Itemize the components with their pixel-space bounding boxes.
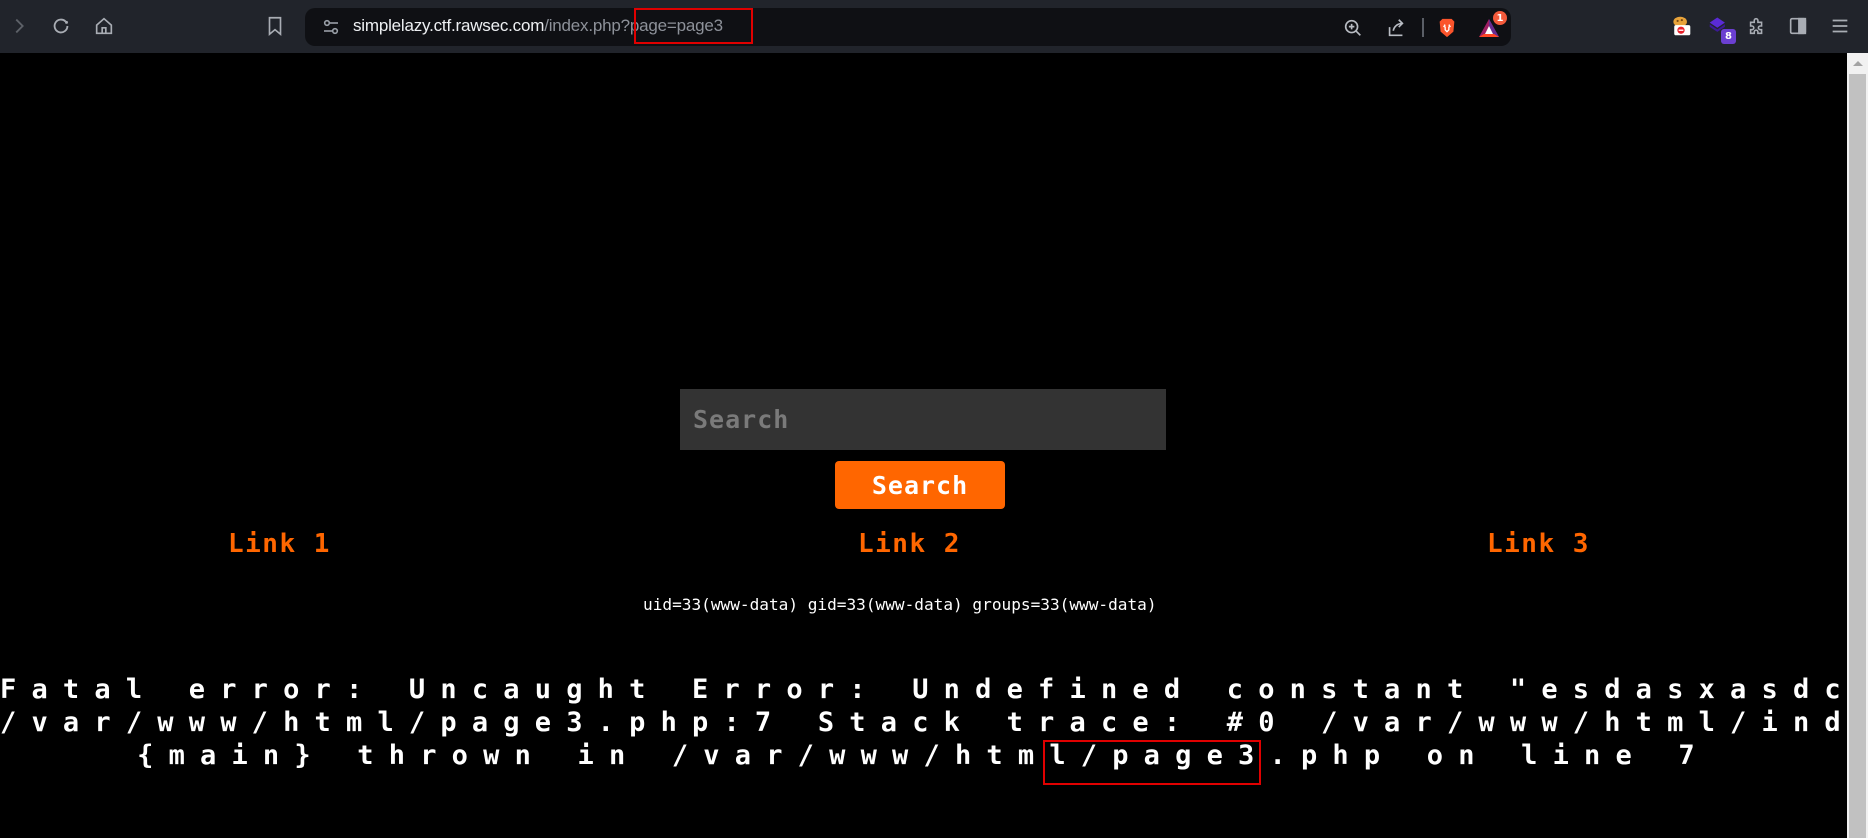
url-divider [1422, 18, 1424, 37]
share-icon [1388, 19, 1404, 37]
brave-shields-button[interactable] [1435, 16, 1459, 40]
command-output: uid=33(www-data) gid=33(www-data) groups… [643, 595, 1157, 614]
error-line-2: /var/www/html/page3.php:7 Stack trace: #… [0, 707, 1868, 738]
sidebar-toggle-button[interactable] [1785, 13, 1811, 39]
arrow-up-icon [1852, 61, 1863, 66]
error-line-1: Fatal error: Uncaught Error: Undefined c… [0, 674, 1868, 705]
address-bar[interactable]: simplelazy.ctf.rawsec.com/index.php?page… [305, 8, 1511, 46]
nav-link-2[interactable]: Link 2 [858, 529, 961, 559]
hamburger-menu-icon [1832, 19, 1848, 33]
chevron-right-icon [15, 18, 24, 34]
scroll-up-button[interactable] [1847, 53, 1868, 74]
bookmark-icon [268, 16, 282, 37]
puzzle-icon [1749, 17, 1763, 35]
forward-button[interactable] [6, 13, 32, 39]
home-icon [95, 17, 113, 35]
site-settings-button[interactable] [321, 17, 341, 37]
reload-icon [53, 18, 69, 34]
url-query-highlight-box [634, 8, 753, 44]
browser-toolbar: simplelazy.ctf.rawsec.com/index.php?page… [0, 0, 1868, 53]
scrollbar-thumb[interactable] [1849, 74, 1866, 838]
cookie-block-icon [1673, 16, 1691, 36]
brave-lion-icon [1439, 18, 1455, 38]
sidebar-icon [1789, 17, 1807, 35]
extensions-button[interactable] [1744, 13, 1770, 39]
vertical-scrollbar[interactable] [1847, 53, 1868, 838]
rewards-badge: 1 [1493, 11, 1507, 25]
error-line-3: {main} thrown in /var/www/html/page3.php… [137, 740, 1710, 771]
error-filename-highlight-box [1043, 740, 1261, 785]
search-button[interactable]: Search [835, 461, 1005, 509]
zoom-in-icon [1344, 19, 1361, 36]
share-button[interactable] [1384, 16, 1408, 40]
reload-button[interactable] [48, 13, 74, 39]
main-menu-button[interactable] [1827, 13, 1853, 39]
url-host: simplelazy.ctf.rawsec.com [353, 16, 545, 35]
bookmark-button[interactable] [262, 13, 288, 39]
search-input[interactable] [680, 389, 1166, 450]
extension-cookie-blocker[interactable] [1668, 13, 1694, 39]
nav-link-3[interactable]: Link 3 [1487, 529, 1590, 559]
nav-link-1[interactable]: Link 1 [228, 529, 331, 559]
tune-icon [323, 19, 339, 35]
url-path: /index.php [544, 16, 621, 35]
zoom-button[interactable] [1341, 16, 1365, 40]
web-page: Search Link 1 Link 2 Link 3 uid=33(www-d… [0, 53, 1868, 838]
extension-badge: 8 [1721, 29, 1736, 44]
home-button[interactable] [91, 13, 117, 39]
